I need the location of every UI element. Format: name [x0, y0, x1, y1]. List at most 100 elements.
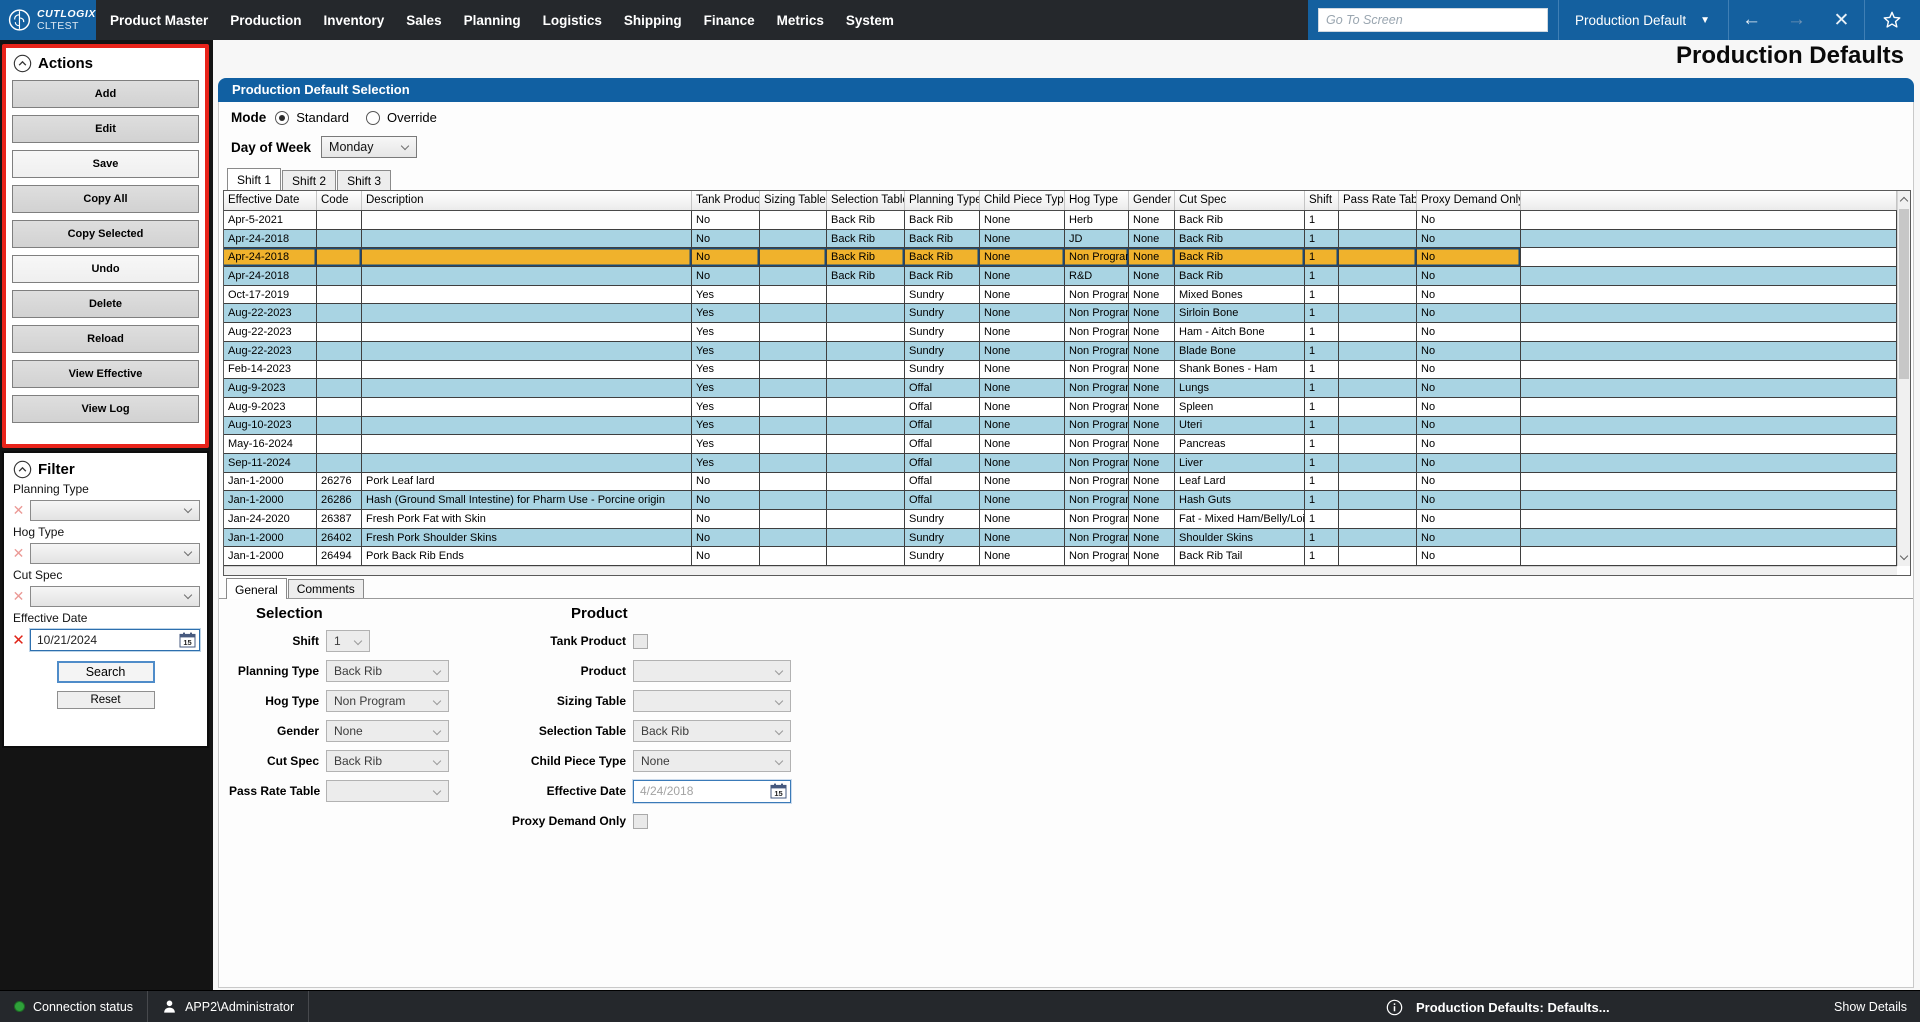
cell[interactable]: Non Program [1065, 435, 1129, 454]
cell[interactable]: No [692, 230, 760, 249]
cell[interactable] [1339, 304, 1417, 323]
cell[interactable]: Back Rib [1175, 230, 1305, 249]
cell[interactable] [362, 211, 692, 230]
cell[interactable]: Aug-22-2023 [224, 342, 317, 361]
cell[interactable] [827, 473, 905, 492]
cell[interactable]: Feb-14-2023 [224, 361, 317, 380]
cell[interactable] [317, 267, 362, 286]
effective-date-input[interactable]: 4/24/201815 [633, 780, 791, 803]
cell[interactable]: No [1417, 323, 1521, 342]
cell[interactable]: None [1129, 379, 1175, 398]
cell[interactable]: Back Rib [827, 267, 905, 286]
cell[interactable]: May-16-2024 [224, 435, 317, 454]
cell[interactable] [1339, 323, 1417, 342]
cell[interactable]: None [1129, 547, 1175, 566]
vertical-scrollbar[interactable] [1897, 191, 1910, 566]
cell[interactable]: None [980, 267, 1065, 286]
cell[interactable]: Back Rib [905, 230, 980, 249]
cell[interactable] [827, 491, 905, 510]
cut-spec-select[interactable]: Back Rib [326, 750, 449, 772]
menu-item-metrics[interactable]: Metrics [777, 13, 824, 28]
delete-button[interactable]: Delete [12, 290, 199, 318]
cell[interactable] [317, 304, 362, 323]
cell[interactable] [1521, 398, 1897, 417]
table-row[interactable]: Aug-22-2023YesSundryNoneNon ProgramNoneS… [224, 304, 1897, 323]
column-header-shift[interactable]: Shift [1305, 191, 1339, 210]
cell[interactable] [1339, 435, 1417, 454]
menu-item-shipping[interactable]: Shipping [624, 13, 682, 28]
day-of-week-select[interactable]: Monday [321, 136, 417, 158]
clear-filter-icon[interactable]: ✕ [11, 588, 26, 605]
cell[interactable]: Sep-11-2024 [224, 454, 317, 473]
cell[interactable]: Apr-5-2021 [224, 211, 317, 230]
tab-shift-3[interactable]: Shift 3 [337, 170, 391, 190]
cell[interactable]: No [1417, 529, 1521, 548]
cell[interactable]: Non Program [1065, 379, 1129, 398]
cell[interactable]: Offal [905, 473, 980, 492]
cell[interactable] [362, 379, 692, 398]
cell[interactable]: Sundry [905, 323, 980, 342]
cell[interactable]: No [1417, 342, 1521, 361]
scrollbar-up-icon[interactable] [1900, 197, 1908, 205]
table-row[interactable]: Jan-24-202026387Fresh Pork Fat with Skin… [224, 510, 1897, 529]
tank-product-checkbox[interactable] [633, 634, 648, 649]
column-header-pass-rate-table[interactable]: Pass Rate Table [1339, 191, 1417, 210]
scrollbar-down-icon[interactable] [1900, 552, 1908, 560]
cell[interactable] [317, 342, 362, 361]
cell[interactable]: No [1417, 248, 1521, 267]
back-arrow-icon[interactable]: ← [1729, 9, 1774, 31]
cell[interactable] [1521, 491, 1897, 510]
cell[interactable] [1339, 286, 1417, 305]
cell[interactable] [317, 230, 362, 249]
cell[interactable] [1339, 267, 1417, 286]
calendar-icon[interactable]: 15 [770, 783, 787, 799]
cell[interactable] [760, 361, 827, 380]
cell[interactable]: Jan-24-2020 [224, 510, 317, 529]
table-row[interactable]: Jan-1-200026402Fresh Pork Shoulder Skins… [224, 529, 1897, 548]
cell[interactable] [362, 342, 692, 361]
cell[interactable]: Sundry [905, 529, 980, 548]
cell[interactable] [1521, 323, 1897, 342]
table-row[interactable]: Aug-9-2023YesOffalNoneNon ProgramNoneLun… [224, 379, 1897, 398]
cell[interactable]: Aug-22-2023 [224, 304, 317, 323]
cell[interactable] [317, 417, 362, 436]
cell[interactable]: Hash (Ground Small Intestine) for Pharm … [362, 491, 692, 510]
planning-type-select[interactable]: Back Rib [326, 660, 449, 682]
cell[interactable]: None [980, 547, 1065, 566]
cell[interactable]: None [980, 510, 1065, 529]
cell[interactable] [760, 417, 827, 436]
menu-item-sales[interactable]: Sales [406, 13, 441, 28]
cell[interactable]: 1 [1305, 248, 1339, 267]
cell[interactable] [317, 248, 362, 267]
table-row[interactable]: Sep-11-2024YesOffalNoneNon ProgramNoneLi… [224, 454, 1897, 473]
gender-select[interactable]: None [326, 720, 449, 742]
planning-type-filter-select[interactable] [30, 500, 200, 521]
cell[interactable] [317, 435, 362, 454]
cell[interactable] [1521, 547, 1897, 566]
clear-filter-icon[interactable]: ✕ [11, 502, 26, 519]
cell[interactable]: Aug-10-2023 [224, 417, 317, 436]
selection-table-select[interactable]: Back Rib [633, 720, 791, 742]
add-button[interactable]: Add [12, 80, 199, 108]
cell[interactable]: Uteri [1175, 417, 1305, 436]
cell[interactable]: Apr-24-2018 [224, 230, 317, 249]
cell[interactable] [827, 398, 905, 417]
cell[interactable]: None [1129, 491, 1175, 510]
cell[interactable]: Sundry [905, 510, 980, 529]
cell[interactable] [827, 361, 905, 380]
cell[interactable]: 1 [1305, 417, 1339, 436]
cell[interactable] [760, 491, 827, 510]
cell[interactable] [827, 510, 905, 529]
cell[interactable]: None [980, 491, 1065, 510]
cell[interactable] [1339, 547, 1417, 566]
cell[interactable] [760, 529, 827, 548]
cell[interactable]: Back Rib Tail [1175, 547, 1305, 566]
cell[interactable]: 1 [1305, 454, 1339, 473]
view-effective-button[interactable]: View Effective [12, 360, 199, 388]
shift-select[interactable]: 1 [326, 630, 370, 652]
cell[interactable]: 1 [1305, 286, 1339, 305]
table-row[interactable]: Aug-22-2023YesSundryNoneNon ProgramNoneB… [224, 342, 1897, 361]
cell[interactable] [760, 248, 827, 267]
cell[interactable]: Non Program [1065, 529, 1129, 548]
menu-item-inventory[interactable]: Inventory [324, 13, 385, 28]
